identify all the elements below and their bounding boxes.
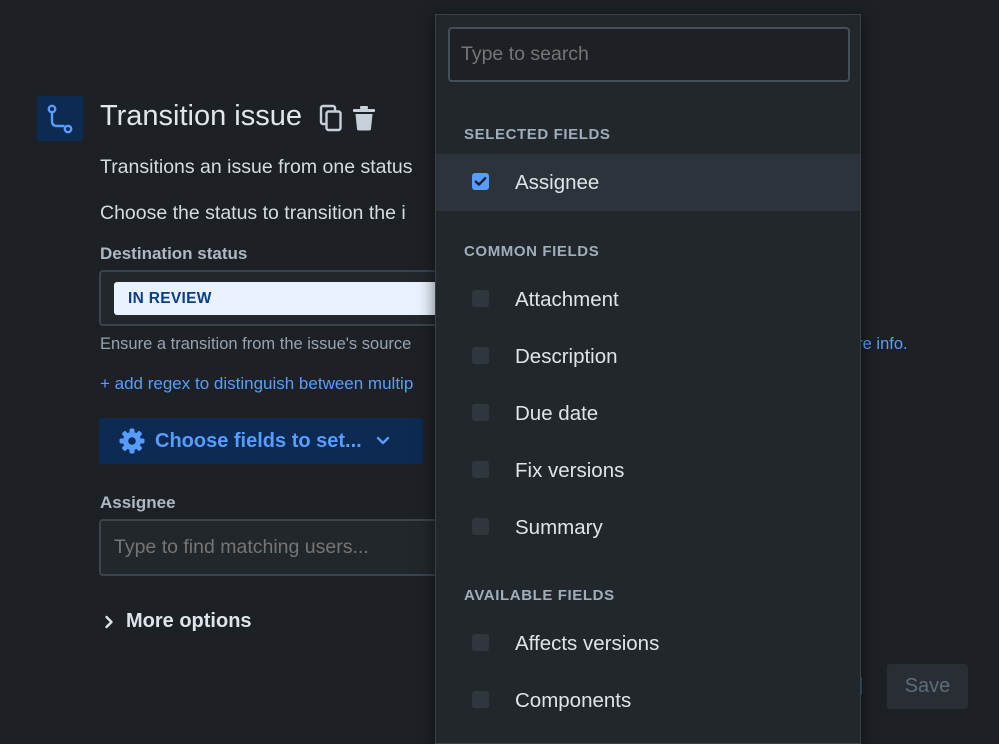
choose-fields-button[interactable]: Choose fields to set...	[99, 418, 423, 464]
more-options-label: More options	[126, 610, 252, 632]
instruction-text: Choose the status to transition the i	[100, 202, 406, 224]
chevron-down-icon	[376, 436, 390, 446]
add-regex-link[interactable]: + add regex to distinguish between multi…	[100, 374, 413, 394]
gear-icon	[119, 428, 145, 454]
search-input[interactable]	[448, 27, 850, 82]
option-label: Description	[515, 344, 618, 368]
checkbox[interactable]	[472, 691, 489, 708]
transition-icon	[37, 96, 83, 141]
copy-icon[interactable]	[318, 104, 344, 132]
checkbox[interactable]	[472, 404, 489, 421]
option-attachment[interactable]: Attachment	[436, 271, 860, 328]
option-fix-versions[interactable]: Fix versions	[436, 442, 860, 499]
option-affects-versions[interactable]: Affects versions	[436, 615, 860, 672]
option-label: Components	[515, 688, 632, 712]
option-assignee[interactable]: Assignee	[436, 154, 860, 211]
helper-text: Ensure a transition from the issue's sou…	[100, 335, 412, 353]
assignee-input[interactable]	[99, 519, 449, 576]
fields-dropdown: SELECTED FIELDS Assignee COMMON FIELDS A…	[435, 14, 861, 744]
choose-fields-label: Choose fields to set...	[155, 429, 362, 452]
option-label: Summary	[515, 515, 603, 539]
option-description[interactable]: Description	[436, 328, 860, 385]
option-label: Affects versions	[515, 631, 660, 655]
option-label: Fix versions	[515, 458, 625, 482]
destination-status-select[interactable]: IN REVIEW	[99, 270, 459, 326]
checkbox[interactable]	[472, 347, 489, 364]
status-lozenge: IN REVIEW	[114, 282, 454, 315]
option-components[interactable]: Components	[436, 672, 860, 729]
option-label: Due date	[515, 401, 599, 425]
checkbox[interactable]	[472, 518, 489, 535]
chevron-right-icon	[104, 615, 114, 629]
section-title-selected: SELECTED FIELDS	[464, 126, 611, 143]
option-label: Attachment	[515, 287, 619, 311]
option-label: Assignee	[515, 170, 600, 194]
save-button[interactable]: Save	[887, 664, 968, 709]
description-text: Transitions an issue from one status	[100, 156, 413, 178]
checkbox[interactable]	[472, 634, 489, 651]
option-due-date[interactable]: Due date	[436, 385, 860, 442]
section-title-common: COMMON FIELDS	[464, 243, 600, 260]
assignee-label: Assignee	[100, 493, 176, 512]
more-options-toggle[interactable]: More options	[104, 610, 252, 633]
option-summary[interactable]: Summary	[436, 499, 860, 556]
section-title-available: AVAILABLE FIELDS	[464, 587, 615, 604]
destination-status-label: Destination status	[100, 244, 248, 263]
page-title: Transition issue	[100, 100, 303, 132]
checkbox[interactable]	[472, 461, 489, 478]
trash-icon[interactable]	[351, 104, 377, 132]
checkbox-checked[interactable]	[472, 173, 489, 190]
checkbox[interactable]	[472, 290, 489, 307]
